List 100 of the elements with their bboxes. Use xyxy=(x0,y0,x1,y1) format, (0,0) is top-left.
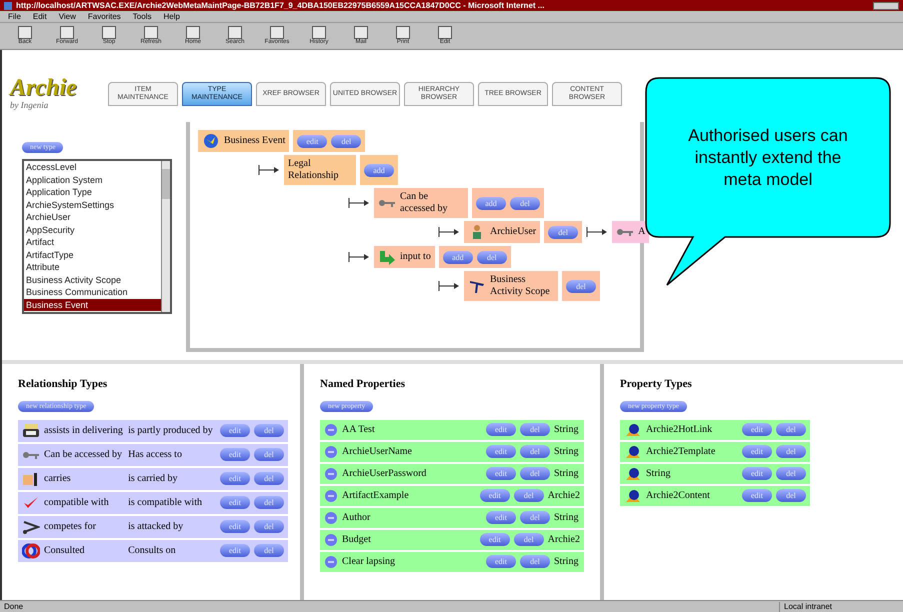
action-button[interactable]: edit xyxy=(742,445,772,458)
action-button[interactable]: edit xyxy=(220,520,250,533)
inverse-name: Has access to xyxy=(128,450,183,460)
property-type: String xyxy=(554,423,578,437)
action-button[interactable]: del xyxy=(520,511,550,524)
ball-icon xyxy=(624,488,642,504)
property-type: Archie2 xyxy=(548,489,580,503)
tree-node[interactable]: A xyxy=(612,221,650,243)
action-button[interactable]: del xyxy=(254,544,284,557)
inverse-name: is partly produced by xyxy=(128,426,214,436)
menu-item[interactable]: Tools xyxy=(132,12,152,22)
list-item[interactable]: Attribute xyxy=(24,261,161,274)
inverse-name: is compatible with xyxy=(128,498,203,508)
action-button[interactable]: del xyxy=(254,472,284,485)
action-button[interactable]: del xyxy=(776,445,806,458)
scrollbar[interactable] xyxy=(161,161,170,312)
action-button[interactable]: edit xyxy=(220,472,250,485)
list-item[interactable]: Artifact xyxy=(24,236,161,248)
connector-icon xyxy=(258,165,280,175)
inverse-name: Consults on xyxy=(128,546,177,556)
connector-icon xyxy=(438,227,460,237)
bullet-icon xyxy=(324,444,338,458)
action-button[interactable]: add xyxy=(476,196,506,210)
action-button[interactable]: edit xyxy=(486,445,516,458)
list-item[interactable]: Application Type xyxy=(24,186,161,198)
relationship-name: Consulted xyxy=(44,546,86,556)
action-button[interactable]: del xyxy=(331,134,362,148)
tree-node[interactable]: Business Activity Scope xyxy=(464,271,558,301)
list-item[interactable]: ArtifactType xyxy=(24,248,161,261)
property-type-name: String xyxy=(646,467,672,481)
relationship-name: compatible with xyxy=(44,498,110,508)
logo: Archie xyxy=(10,76,78,100)
action-button[interactable]: del xyxy=(548,226,578,238)
list-item[interactable]: AppSecurity xyxy=(24,224,161,236)
callout-text: Authorised users can instantly extend the meta model xyxy=(687,124,849,190)
list-item[interactable]: Business Activity Scope xyxy=(24,274,161,286)
action-button[interactable]: del xyxy=(514,489,544,502)
box-icon xyxy=(22,470,40,486)
action-button[interactable]: edit xyxy=(297,134,328,148)
action-button[interactable]: del xyxy=(254,424,284,437)
action-button[interactable]: add xyxy=(442,250,473,264)
menu-item[interactable]: View xyxy=(58,12,76,22)
action-button[interactable]: edit xyxy=(220,448,250,461)
connector-icon xyxy=(348,198,370,208)
list-item[interactable]: Business Event xyxy=(24,298,161,311)
list-item[interactable]: ArchieUser xyxy=(24,211,161,224)
action-button[interactable]: del xyxy=(476,250,507,264)
action-button[interactable]: edit xyxy=(480,533,510,546)
action-button[interactable]: del xyxy=(510,196,540,210)
action-button[interactable]: del xyxy=(776,467,806,480)
tree-node[interactable]: Can be accessed by xyxy=(374,188,468,218)
action-button[interactable]: del xyxy=(520,423,550,436)
menu-item[interactable]: Help xyxy=(163,12,180,22)
tree-node[interactable]: Business Event xyxy=(198,130,290,152)
property-type: String xyxy=(554,467,578,481)
action-button[interactable]: edit xyxy=(742,489,772,502)
property-name: ArchieUserPassword xyxy=(342,467,428,481)
ball-icon xyxy=(624,444,642,460)
menu-item[interactable]: Edit xyxy=(32,12,47,22)
action-button[interactable]: edit xyxy=(220,424,250,437)
action-button[interactable]: edit xyxy=(220,544,250,557)
action-button[interactable]: edit xyxy=(486,467,516,480)
list-item[interactable]: Application System xyxy=(24,174,161,186)
tree-node[interactable]: input to xyxy=(374,246,435,268)
action-button[interactable]: del xyxy=(520,555,550,568)
action-button[interactable]: add xyxy=(364,164,394,176)
menu-item[interactable]: Favorites xyxy=(88,12,121,22)
action-button[interactable]: edit xyxy=(486,511,516,524)
panel-title: Named Properties xyxy=(320,377,406,392)
property-name: ArchieUserName xyxy=(342,445,413,459)
type-listbox[interactable]: AccessLevel Application System Application Type ArchieSystemSettings ArchieUser AppSecurity Artifact ArtifactType Attribute Business Activity Scope Business Communication Business Event xyxy=(22,159,172,314)
list-item[interactable]: ArchieSystemSettings xyxy=(24,198,161,211)
action-button[interactable]: edit xyxy=(742,467,772,480)
arrow-icon xyxy=(378,249,396,265)
tree-node[interactable]: Legal Relationship xyxy=(284,155,356,185)
action-button[interactable]: del xyxy=(254,520,284,533)
action-button[interactable]: edit xyxy=(486,423,516,436)
relationship-name: Can be accessed by xyxy=(44,450,124,460)
menu-item[interactable]: File xyxy=(8,12,21,22)
list-item[interactable]: AccessLevel xyxy=(24,161,161,174)
property-type-name: Archie2Content xyxy=(646,489,711,503)
list-item[interactable]: Business Communication xyxy=(24,286,161,298)
tree-node[interactable]: ArchieUser xyxy=(464,221,540,243)
action-button[interactable]: del xyxy=(514,533,544,546)
rings-icon xyxy=(22,542,40,558)
action-button[interactable]: edit xyxy=(486,555,516,568)
action-button[interactable]: del xyxy=(520,467,550,480)
bullet-icon xyxy=(324,554,338,568)
action-button[interactable]: del xyxy=(776,489,806,502)
action-button[interactable]: del xyxy=(520,445,550,458)
action-button[interactable]: edit xyxy=(742,423,772,436)
connector-icon xyxy=(438,281,460,291)
action-button[interactable]: edit xyxy=(480,489,510,502)
action-button[interactable]: del xyxy=(254,448,284,461)
action-button[interactable]: del xyxy=(776,423,806,436)
action-button[interactable]: del xyxy=(566,280,596,292)
connector-icon xyxy=(348,252,370,262)
action-button[interactable]: edit xyxy=(220,496,250,509)
window-controls-icon[interactable] xyxy=(873,2,899,10)
action-button[interactable]: del xyxy=(254,496,284,509)
